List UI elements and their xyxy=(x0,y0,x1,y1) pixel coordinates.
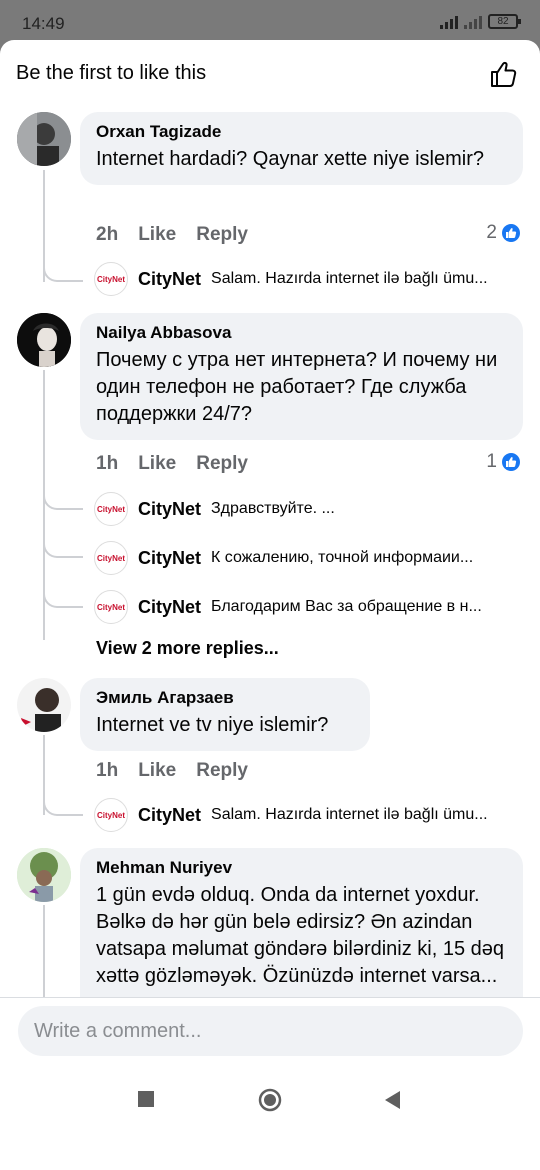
reply-connector xyxy=(43,560,83,608)
likes-header: Be the first to like this xyxy=(16,62,207,84)
comment-author[interactable]: Mehman Nuriyev xyxy=(96,858,507,878)
reply-author[interactable]: CityNet xyxy=(138,499,201,520)
comment-author[interactable]: Nailya Abbasova xyxy=(96,323,507,343)
comment-author[interactable]: Эмиль Агарзаев xyxy=(96,688,354,708)
reply-button[interactable]: Reply xyxy=(196,224,248,246)
square-nav-icon[interactable] xyxy=(137,1090,155,1108)
like-button[interactable]: Like xyxy=(138,224,176,246)
reply-connector xyxy=(43,512,83,558)
system-navigation-bar xyxy=(0,1078,540,1130)
comment-time[interactable]: 1h xyxy=(96,760,118,782)
reaction-count-value: 1 xyxy=(486,451,497,472)
reply-text: Благодарим Вас за обращение в н... xyxy=(211,598,482,615)
battery-icon: 82 xyxy=(488,14,521,29)
reaction-count[interactable]: 1 xyxy=(486,451,522,473)
comment-actions: 2h Like Reply xyxy=(96,224,248,246)
reply-author[interactable]: CityNet xyxy=(138,548,201,569)
comment-actions: 1h Like Reply xyxy=(96,760,248,782)
reply-text: Salam. Hazırda internet ilə bağlı ümu... xyxy=(211,270,488,287)
avatar[interactable] xyxy=(17,313,71,367)
reply-item[interactable]: CityNet CityNet Здравствуйте. ... xyxy=(94,492,524,526)
reply-text: Salam. Hazırda internet ilə bağlı ümu... xyxy=(211,806,488,823)
citynet-avatar[interactable]: CityNet xyxy=(94,262,128,296)
comment-text: 1 gün evdə olduq. Onda da internet yoxdu… xyxy=(96,884,505,987)
like-button[interactable]: Like xyxy=(138,760,176,782)
comment-text: Почему с утра нет интернета? И почему ни… xyxy=(96,349,498,425)
like-outline-icon[interactable] xyxy=(488,58,520,90)
avatar[interactable] xyxy=(17,678,71,732)
avatar[interactable] xyxy=(17,112,71,166)
comment-bubble[interactable]: Nailya Abbasova Почему с утра нет интерн… xyxy=(80,313,523,440)
citynet-avatar[interactable]: CityNet xyxy=(94,590,128,624)
citynet-avatar[interactable]: CityNet xyxy=(94,492,128,526)
status-time: 14:49 xyxy=(22,14,65,33)
comment-bubble[interactable]: Эмиль Агарзаев Internet ve tv niye islem… xyxy=(80,678,370,751)
reply-item[interactable]: CityNet CityNet Salam. Hazırda internet … xyxy=(94,262,524,296)
comment-time[interactable]: 2h xyxy=(96,224,118,246)
reply-text: Здравствуйте. ... xyxy=(211,500,335,517)
reply-author[interactable]: CityNet xyxy=(138,597,201,618)
status-bar: 14:49 82 xyxy=(0,0,540,44)
back-triangle-nav-icon[interactable] xyxy=(383,1090,401,1110)
comment-actions: 1h Like Reply xyxy=(96,453,248,475)
reply-item[interactable]: CityNet CityNet К сожалению, точной инфо… xyxy=(94,541,524,575)
reply-connector xyxy=(43,240,83,282)
comment-input[interactable] xyxy=(18,1006,523,1056)
like-button[interactable]: Like xyxy=(138,453,176,475)
reply-button[interactable]: Reply xyxy=(196,760,248,782)
signal-icon-2 xyxy=(464,15,482,29)
reply-connector xyxy=(43,466,83,510)
like-badge-icon xyxy=(500,222,522,244)
citynet-avatar[interactable]: CityNet xyxy=(94,541,128,575)
comment-text: Internet ve tv niye islemir? xyxy=(96,714,329,736)
reaction-count[interactable]: 2 xyxy=(486,222,522,244)
comment-text: Internet hardadi? Qaynar xette niye isle… xyxy=(96,148,484,170)
comment-author[interactable]: Orxan Tagizade xyxy=(96,122,507,142)
reply-text: К сожалению, точной информаии... xyxy=(211,549,474,566)
comment-bubble[interactable]: Orxan Tagizade Internet hardadi? Qaynar … xyxy=(80,112,523,185)
view-more-replies-link[interactable]: View 2 more replies... xyxy=(96,638,279,659)
citynet-avatar[interactable]: CityNet xyxy=(94,798,128,832)
reply-author[interactable]: CityNet xyxy=(138,269,201,290)
reaction-count-value: 2 xyxy=(486,222,497,243)
avatar[interactable] xyxy=(17,848,71,902)
like-badge-icon xyxy=(500,451,522,473)
reply-connector xyxy=(43,770,83,816)
reply-button[interactable]: Reply xyxy=(196,453,248,475)
reply-item[interactable]: CityNet CityNet Salam. Hazırda internet … xyxy=(94,798,524,832)
home-circle-nav-icon[interactable] xyxy=(258,1088,282,1112)
reply-item[interactable]: CityNet CityNet Благодарим Вас за обраще… xyxy=(94,590,524,624)
signal-icon xyxy=(440,15,458,29)
comment-composer xyxy=(0,997,540,1077)
status-icons: 82 xyxy=(440,14,521,29)
reply-author[interactable]: CityNet xyxy=(138,805,201,826)
comment-time[interactable]: 1h xyxy=(96,453,118,475)
